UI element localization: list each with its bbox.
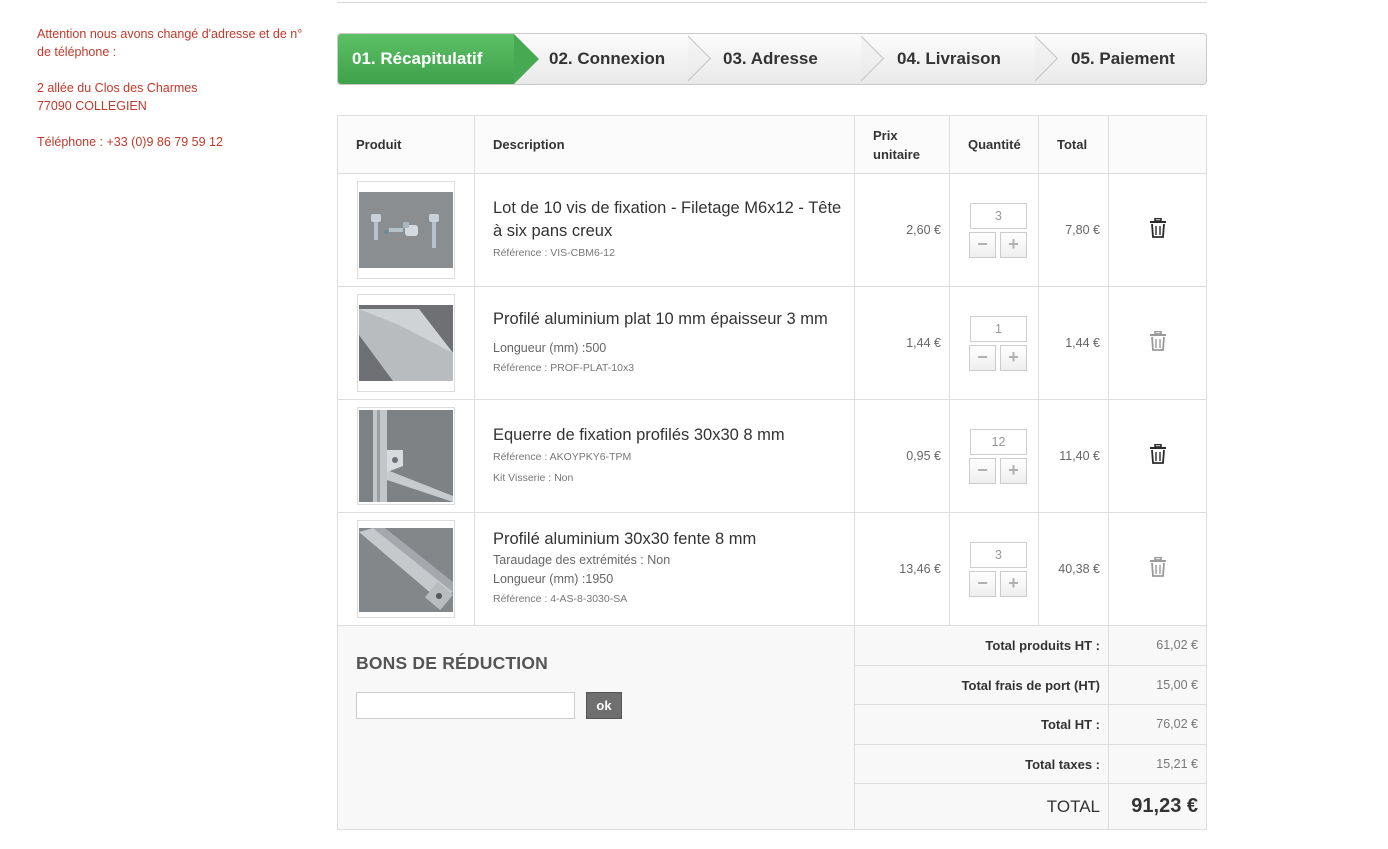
quantity-increase-button[interactable]: + [1000,231,1027,258]
cart-row: Profilé aluminium plat 10 mm épaisseur 3… [337,286,1207,400]
quantity-decrease-button[interactable]: − [969,231,996,258]
shipping-value: 15,00 € [1156,677,1198,692]
trash-icon[interactable] [1149,443,1167,464]
product-name[interactable]: Profilé aluminium plat 10 mm épaisseur 3… [493,308,842,331]
trash-icon[interactable] [1149,330,1167,351]
total-taxes-label: Total taxes : [855,744,1109,783]
product-reference: Référence : 4-AS-8-3030-SA [493,593,628,605]
step-summary[interactable]: 01. Récapitulatif [338,34,539,84]
quantity-decrease-button[interactable]: − [969,457,996,484]
col-header-description: Description [474,115,855,174]
cart-footer: BONS DE RÉDUCTION ok Total produits HT :… [337,626,1207,830]
checkout-steps: 01. Récapitulatif 02. Connexion 03. Adre… [337,33,1207,85]
slot-profile-image [359,528,453,612]
shipping-label: Total frais de port (HT) [855,665,1109,704]
line-total: 7,80 € [1038,173,1109,287]
notice-phone: Téléphone : +33 (0)9 86 79 59 12 [37,135,223,149]
product-thumbnail[interactable] [357,294,455,392]
product-attribute-length: Longueur (mm) :500 [493,340,607,355]
total-ht-value: 76,02 € [1156,717,1198,731]
notice-address-line1: 2 allée du Clos des Charmes [37,81,198,95]
quantity-increase-button[interactable]: + [1000,570,1027,597]
col-header-quantity: Quantité [949,115,1039,174]
quantity-input[interactable]: 3 [970,202,1027,229]
quantity-increase-button[interactable]: + [1000,457,1027,484]
step-separator [861,34,901,84]
product-reference: Référence : AKOYPKY6-TPM [493,450,632,463]
flat-profile-image [359,305,453,381]
voucher-code-input[interactable] [356,692,575,719]
product-attribute-length: Longueur (mm) :1950 [493,572,614,586]
totals-row: Total HT : 76,02 € [855,705,1207,745]
product-reference: Référence : VIS-CBM6-12 [493,246,615,259]
quantity-increase-button[interactable]: + [1000,344,1027,371]
address-change-notice: Attention nous avons changé d'adresse et… [37,25,307,169]
step-separator [688,34,728,84]
step-separator [1035,34,1075,84]
product-attribute-tapping: Taraudage des extrémités : Non [493,553,671,567]
step-payment[interactable]: 05. Paiement [1071,34,1175,84]
line-total: 1,44 € [1038,286,1109,400]
totals-row: Total frais de port (HT) 15,00 € [855,665,1207,705]
step-delivery[interactable]: 04. Livraison [897,34,1001,84]
product-thumbnail[interactable] [357,181,455,279]
unit-price: 13,46 € [854,512,950,626]
line-total: 40,38 € [1038,512,1109,626]
grand-total-row: TOTAL 91,23 € [855,784,1207,829]
col-header-unit-price-line1: Prix [873,127,898,143]
col-header-unit-price: Prix unitaire [854,115,950,174]
step-address[interactable]: 03. Adresse [723,34,818,84]
line-total: 11,40 € [1038,399,1109,513]
grand-total-label: TOTAL [855,784,1109,829]
quantity-decrease-button[interactable]: − [969,570,996,597]
step-connexion[interactable]: 02. Connexion [549,34,665,84]
cart-table: Produit Description Prix unitaire Quanti… [337,115,1207,626]
totals-row: Total taxes : 15,21 € [855,744,1207,784]
grand-total-value: 91,23 € [1131,795,1198,817]
cart-row: Equerre de fixation profilés 30x30 8 mm … [337,399,1207,513]
bracket-image [359,410,453,502]
totals-table: Total produits HT : 61,02 € Total frais … [855,626,1207,829]
product-thumbnail[interactable] [357,407,455,505]
totals-row: Total produits HT : 61,02 € [855,626,1207,666]
cart-row: Profilé aluminium 30x30 fente 8 mm Tarau… [337,512,1207,626]
quantity-input[interactable]: 12 [970,428,1027,455]
col-header-product: Produit [337,115,475,174]
product-thumbnail[interactable] [357,520,455,618]
top-divider [337,2,1207,3]
product-kit-option: Kit Visserie : Non [493,471,574,484]
voucher-title: BONS DE RÉDUCTION [356,653,549,673]
quantity-decrease-button[interactable]: − [969,344,996,371]
col-header-delete [1108,115,1207,174]
product-name[interactable]: Profilé aluminium 30x30 fente 8 mm [493,528,842,551]
screws-image [359,192,453,268]
voucher-section: BONS DE RÉDUCTION ok [338,626,855,829]
notice-address-line2: 77090 COLLEGIEN [37,99,147,113]
product-reference: Référence : PROF-PLAT-10x3 [493,361,635,374]
total-products-value: 61,02 € [1156,638,1198,652]
product-name[interactable]: Equerre de fixation profilés 30x30 8 mm [493,424,842,447]
cart-row: Lot de 10 vis de fixation - Filetage M6x… [337,173,1207,287]
total-products-label: Total produits HT : [855,626,1109,665]
cart-header-row: Produit Description Prix unitaire Quanti… [337,115,1207,174]
col-header-unit-price-line2: unitaire [873,146,920,162]
quantity-input[interactable]: 1 [970,315,1027,342]
col-header-total: Total [1038,115,1109,174]
trash-icon[interactable] [1149,556,1167,577]
unit-price: 1,44 € [854,286,950,400]
product-name[interactable]: Lot de 10 vis de fixation - Filetage M6x… [493,197,842,243]
unit-price: 2,60 € [854,173,950,287]
total-ht-label: Total HT : [855,705,1109,744]
voucher-ok-button[interactable]: ok [586,692,622,719]
notice-address: 2 allée du Clos des Charmes 77090 COLLEG… [37,79,307,115]
quantity-input[interactable]: 3 [970,541,1027,568]
total-taxes-value: 15,21 € [1156,756,1198,771]
trash-icon[interactable] [1149,217,1167,238]
notice-message: Attention nous avons changé d'adresse et… [37,27,303,59]
unit-price: 0,95 € [854,399,950,513]
